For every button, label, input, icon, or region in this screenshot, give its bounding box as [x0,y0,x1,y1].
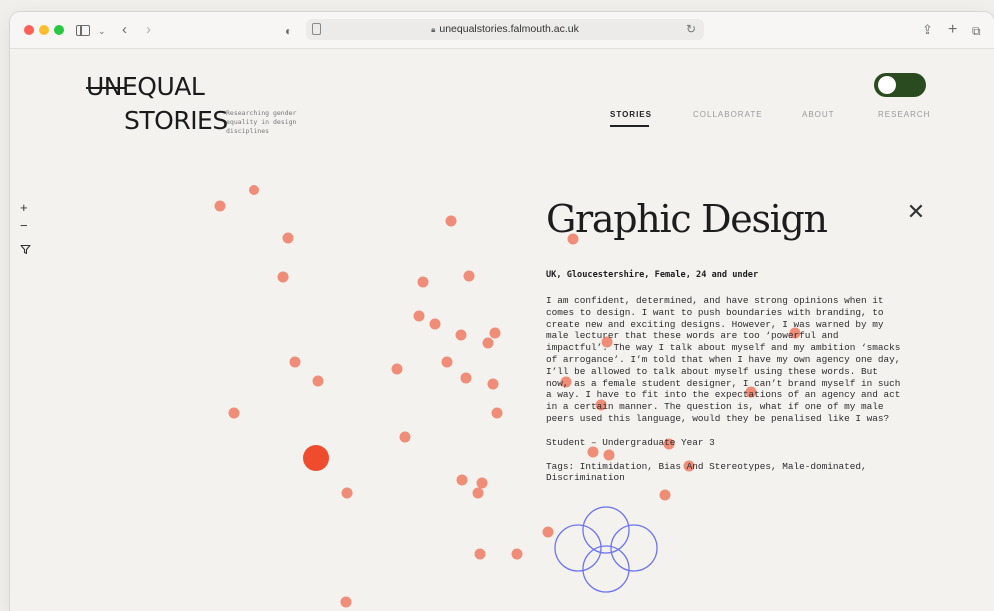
story-dot[interactable] [463,270,475,282]
story-dot[interactable] [429,318,441,330]
story-dot[interactable] [472,487,484,499]
story-dot[interactable] [542,526,554,538]
cluster-ring [610,524,658,572]
story-tags: Tags: Intimidation, Bias And Stereotypes… [546,460,867,484]
story-dot[interactable] [489,327,501,339]
story-dot[interactable] [228,407,240,419]
story-dot[interactable] [441,356,453,368]
story-dot[interactable] [289,356,301,368]
story-dot[interactable] [417,276,429,288]
story-dot[interactable] [482,337,494,349]
cluster-ring [554,524,602,572]
story-dot[interactable] [340,596,352,608]
story-body: I am confident, determined, and have str… [546,295,906,484]
story-dot[interactable] [214,200,226,212]
story-dot[interactable] [445,215,457,227]
story-level: Student – Undergraduate Year 3 [546,436,715,448]
cluster-rings [554,506,658,593]
story-dot[interactable] [460,372,472,384]
story-dot[interactable] [312,375,324,387]
story-dot[interactable] [456,474,468,486]
story-dot[interactable] [249,185,259,195]
story-dot[interactable] [476,477,488,489]
story-dot[interactable] [487,378,499,390]
browser-window: ⌄ ‹ › ◐ 🔒︎ unequalstories.falmouth.ac.uk … [10,12,994,611]
close-story-button[interactable]: ✕ [906,201,926,223]
story-dot[interactable] [659,489,671,501]
story-dot[interactable] [391,363,403,375]
story-dot[interactable] [491,407,503,419]
story-meta: UK, Gloucestershire, Female, 24 and unde… [546,270,759,280]
story-dot[interactable] [282,232,294,244]
story-dot[interactable] [455,329,467,341]
story-dot[interactable] [474,548,486,560]
story-dot[interactable] [341,487,353,499]
story-title: Graphic Design [546,197,828,241]
story-dot[interactable] [511,548,523,560]
story-dot[interactable] [277,271,289,283]
story-dot[interactable] [399,431,411,443]
story-dot[interactable] [413,310,425,322]
story-text: I am confident, determined, and have str… [546,295,901,424]
selected-story-dot[interactable] [303,445,329,471]
